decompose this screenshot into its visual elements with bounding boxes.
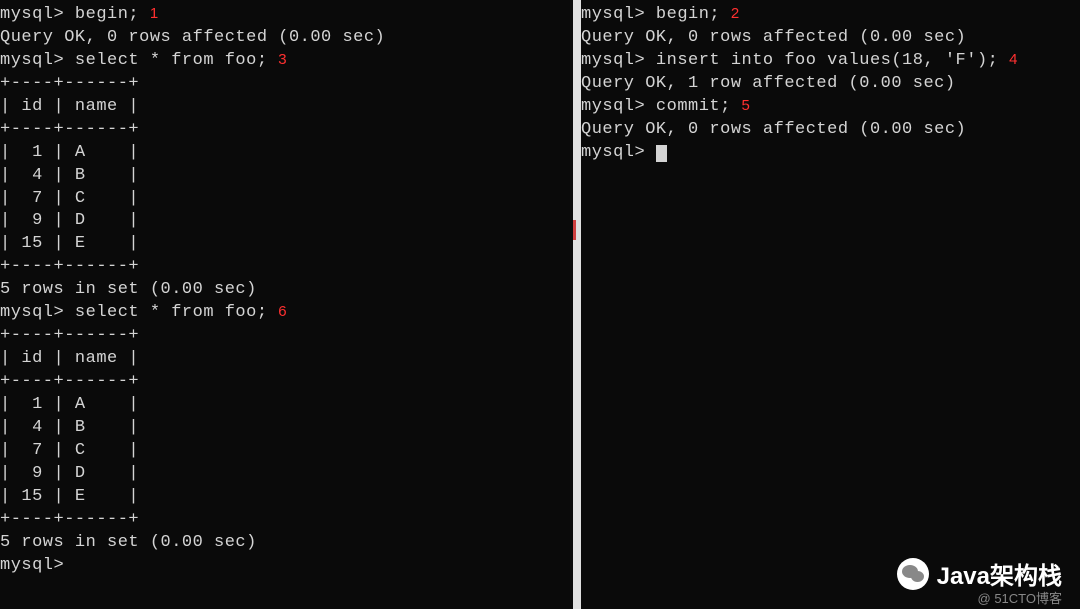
terminal-text: 5 rows in set (0.00 sec) [0,280,257,299]
terminal-container: mysql> begin; 1Query OK, 0 rows affected… [0,0,1080,609]
terminal-text: | id | name | [0,349,139,368]
terminal-line: | 7 | C | [0,188,573,211]
watermark-source: @ 51CTO博客 [978,588,1062,607]
wechat-icon [897,558,929,590]
step-annotation: 5 [742,97,751,114]
terminal-line: +----+------+ [0,509,573,532]
step-annotation: 1 [150,5,159,22]
terminal-text: mysql> insert into foo values(18, 'F'); [581,51,1009,70]
terminal-line: +----+------+ [0,256,573,279]
terminal-text: +----+------+ [0,74,139,93]
terminal-text: +----+------+ [0,510,139,529]
right-terminal-pane[interactable]: mysql> begin; 2Query OK, 0 rows affected… [581,0,1080,609]
terminal-line: | 15 | E | [0,486,573,509]
terminal-line: mysql> commit; 5 [581,96,1080,119]
terminal-line: mysql> begin; 1 [0,4,573,27]
terminal-text: Query OK, 0 rows affected (0.00 sec) [0,28,385,47]
terminal-line: mysql> [0,555,573,578]
step-annotation: 4 [1009,51,1018,68]
terminal-line: | 4 | B | [0,165,573,188]
terminal-text: | 1 | A | [0,395,139,414]
terminal-text: | 4 | B | [0,166,139,185]
step-annotation: 6 [278,303,287,320]
terminal-line: mysql> insert into foo values(18, 'F'); … [581,50,1080,73]
terminal-line: Query OK, 0 rows affected (0.00 sec) [0,27,573,50]
terminal-line: 5 rows in set (0.00 sec) [0,279,573,302]
terminal-text: +----+------+ [0,257,139,276]
terminal-text: | 1 | A | [0,143,139,162]
terminal-text: | 7 | C | [0,189,139,208]
terminal-text: mysql> [0,556,64,575]
terminal-line: Query OK, 0 rows affected (0.00 sec) [581,119,1080,142]
terminal-text: | 15 | E | [0,487,139,506]
terminal-text: +----+------+ [0,120,139,139]
terminal-line: +----+------+ [0,371,573,394]
step-annotation: 3 [278,51,287,68]
terminal-line: | 1 | A | [0,142,573,165]
terminal-text: | id | name | [0,97,139,116]
terminal-text: +----+------+ [0,372,139,391]
terminal-text: | 9 | D | [0,211,139,230]
terminal-line: +----+------+ [0,73,573,96]
terminal-text: mysql> select * from foo; [0,51,278,70]
terminal-line: mysql> select * from foo; 6 [0,302,573,325]
cursor-icon [656,145,667,162]
terminal-line: | 1 | A | [0,394,573,417]
terminal-text: | 9 | D | [0,464,139,483]
terminal-line: Query OK, 1 row affected (0.00 sec) [581,73,1080,96]
watermark-brand: Java架构栈 [897,556,1062,591]
terminal-text: Query OK, 1 row affected (0.00 sec) [581,74,956,93]
terminal-line: | id | name | [0,96,573,119]
terminal-line: | id | name | [0,348,573,371]
terminal-line: +----+------+ [0,325,573,348]
terminal-line: mysql> begin; 2 [581,4,1080,27]
terminal-line: Query OK, 0 rows affected (0.00 sec) [581,27,1080,50]
terminal-line: | 4 | B | [0,417,573,440]
terminal-line: +----+------+ [0,119,573,142]
terminal-text: mysql> select * from foo; [0,303,278,322]
terminal-text: | 4 | B | [0,418,139,437]
terminal-text: Query OK, 0 rows affected (0.00 sec) [581,120,966,139]
terminal-text: mysql> commit; [581,97,742,116]
pane-divider[interactable] [573,0,581,609]
terminal-text: 5 rows in set (0.00 sec) [0,533,257,552]
terminal-line: | 9 | D | [0,210,573,233]
left-terminal-pane[interactable]: mysql> begin; 1Query OK, 0 rows affected… [0,0,573,609]
terminal-line: mysql> [581,142,1080,165]
terminal-line: | 7 | C | [0,440,573,463]
terminal-text: mysql> [581,143,656,162]
terminal-text: | 7 | C | [0,441,139,460]
terminal-text: mysql> begin; [0,5,150,24]
terminal-text: +----+------+ [0,326,139,345]
terminal-text: mysql> begin; [581,5,731,24]
terminal-line: 5 rows in set (0.00 sec) [0,532,573,555]
brand-text: Java架构栈 [937,556,1062,591]
terminal-line: | 9 | D | [0,463,573,486]
terminal-line: mysql> select * from foo; 3 [0,50,573,73]
terminal-text: | 15 | E | [0,234,139,253]
terminal-line: | 15 | E | [0,233,573,256]
step-annotation: 2 [731,5,740,22]
terminal-text: Query OK, 0 rows affected (0.00 sec) [581,28,966,47]
